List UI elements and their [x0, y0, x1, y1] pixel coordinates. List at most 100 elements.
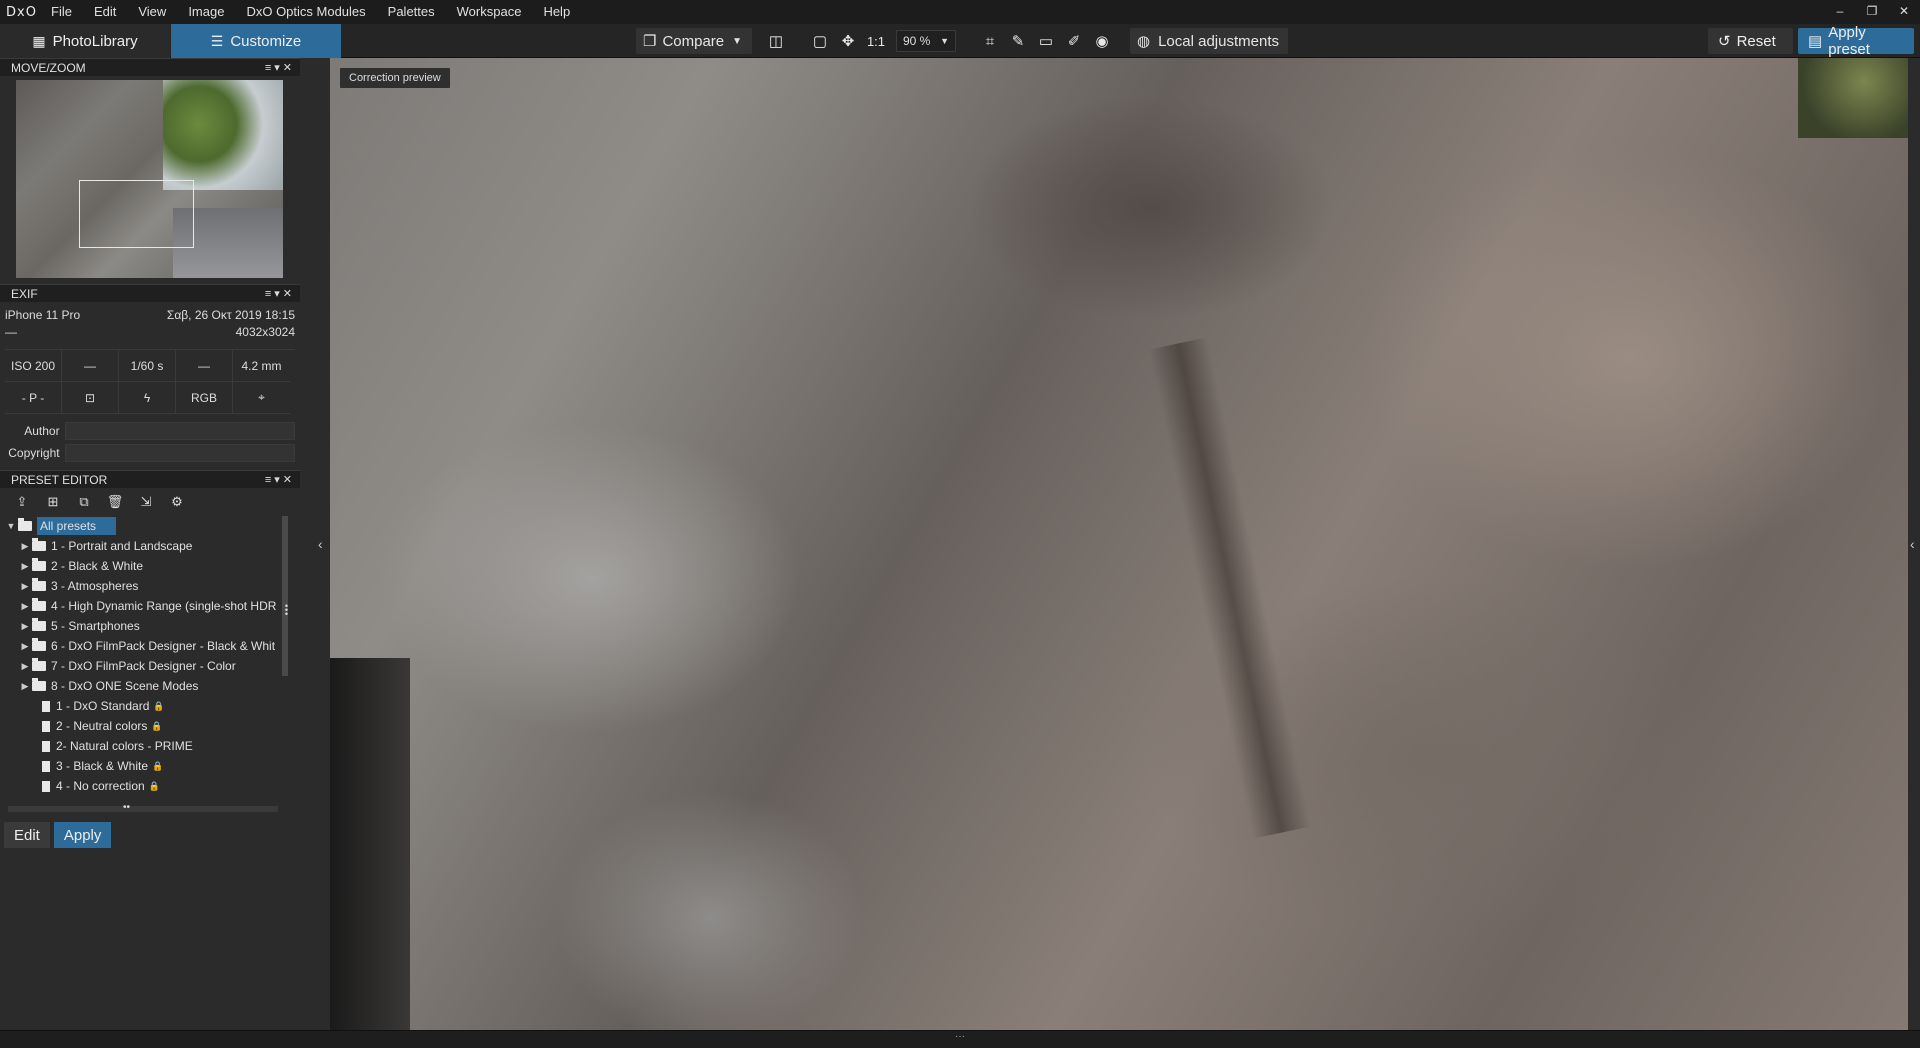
- menu-image[interactable]: Image: [177, 0, 235, 24]
- menu-help[interactable]: Help: [532, 0, 581, 24]
- window-controls: – ❐ ✕: [1824, 0, 1920, 24]
- exif-resolution: 4032x3024: [235, 325, 295, 339]
- app-logo: DxO: [6, 4, 37, 20]
- expand-arrow-icon[interactable]: ▶: [18, 561, 32, 572]
- tab-customize[interactable]: ☰ Customize: [171, 24, 341, 58]
- preset-file-icon: [42, 700, 50, 712]
- collapse-left-icon[interactable]: ‹: [318, 536, 323, 552]
- tab-photolibrary[interactable]: ▦ PhotoLibrary: [0, 24, 170, 58]
- local-adjustments-button[interactable]: ◍ Local adjustments: [1130, 28, 1288, 54]
- tree-files: 1 - DxO Standard 🔒 2 - Neutral colors 🔒 2- N…: [4, 696, 300, 796]
- menu-palettes[interactable]: Palettes: [377, 0, 446, 24]
- new-preset-from-image-icon[interactable]: ⊞: [39, 492, 67, 512]
- crop-icon[interactable]: ⌗: [976, 28, 1004, 54]
- expand-arrow-icon[interactable]: ▶: [18, 541, 32, 552]
- tab-photolibrary-label: PhotoLibrary: [52, 32, 138, 50]
- expand-arrow-icon[interactable]: ▶: [18, 641, 32, 652]
- preset-settings-icon[interactable]: ⚙: [163, 492, 191, 512]
- tree-preset-item[interactable]: 4 - No correction 🔒: [4, 776, 300, 796]
- metering-icon: ⊡: [62, 382, 119, 414]
- export-preset-icon[interactable]: ⇲: [132, 492, 160, 512]
- tree-folder-item[interactable]: ▶ 4 - High Dynamic Range (single-shot HDR: [4, 596, 300, 616]
- tree-scrollbar[interactable]: [282, 516, 288, 676]
- tree-folder-item[interactable]: ▶ 8 - DxO ONE Scene Modes: [4, 676, 300, 696]
- image-crack-shadow: [1148, 337, 1312, 839]
- eye-icon[interactable]: ◉: [1088, 28, 1116, 54]
- import-preset-icon[interactable]: ⇪: [8, 492, 36, 512]
- minimize-button[interactable]: –: [1824, 0, 1856, 24]
- expand-arrow-icon[interactable]: ▶: [18, 661, 32, 672]
- tree-preset-item[interactable]: 3 - Black & White 🔒: [4, 756, 300, 776]
- lock-icon: 🔒: [151, 720, 163, 731]
- tree-preset-item[interactable]: 1 - DxO Standard 🔒: [4, 696, 300, 716]
- tree-folder-item[interactable]: ▶ 6 - DxO FilmPack Designer - Black & Whi…: [4, 636, 300, 656]
- exif-focal: 4.2 mm: [233, 350, 290, 382]
- tree-root-all-presets[interactable]: ▼ All presets: [4, 516, 300, 536]
- restore-button[interactable]: ❐: [1856, 0, 1888, 24]
- preset-file-icon: [42, 760, 50, 772]
- palette-controls[interactable]: ≡▾✕: [265, 287, 295, 300]
- zoom-select[interactable]: 90 % ▼: [896, 30, 956, 52]
- image-viewport[interactable]: Correction preview: [330, 58, 1908, 1030]
- author-field[interactable]: [64, 422, 295, 440]
- exif-iso: ISO 200: [5, 350, 62, 382]
- palette-controls[interactable]: ≡▾✕: [265, 61, 295, 74]
- expand-arrow-icon[interactable]: ▶: [18, 621, 32, 632]
- navigator-thumbnail[interactable]: [16, 80, 283, 278]
- duplicate-preset-icon[interactable]: ⧉: [70, 492, 98, 512]
- apply-preset-button[interactable]: ▤ Apply preset: [1798, 24, 1914, 58]
- folder-icon: [32, 678, 46, 691]
- filmstrip-grip[interactable]: ···: [955, 1031, 965, 1042]
- preset-editor-header: PRESET EDITOR ≡▾✕: [0, 470, 300, 488]
- reset-label: Reset: [1736, 32, 1776, 50]
- copyright-field[interactable]: [64, 444, 295, 462]
- navigator-trees: [163, 80, 283, 190]
- expand-arrow-icon[interactable]: ▶: [18, 681, 32, 692]
- folder-icon: [32, 578, 46, 591]
- menu-view[interactable]: View: [127, 0, 177, 24]
- horizon-icon[interactable]: ▭: [1032, 28, 1060, 54]
- close-window-button[interactable]: ✕: [1888, 0, 1920, 24]
- apply-button[interactable]: Apply: [53, 822, 112, 848]
- ratio-button[interactable]: 1:1: [862, 28, 890, 54]
- tree-folder-item[interactable]: ▶ 7 - DxO FilmPack Designer - Color: [4, 656, 300, 676]
- menu-edit[interactable]: Edit: [83, 0, 127, 24]
- tree-folder-item[interactable]: ▶ 1 - Portrait and Landscape: [4, 536, 300, 556]
- compare-button[interactable]: ❐ Compare ▼: [636, 28, 752, 54]
- exif-mode: - P -: [5, 382, 62, 414]
- fit-icon[interactable]: ▢: [806, 28, 834, 54]
- tree-folder-item[interactable]: ▶ 2 - Black & White: [4, 556, 300, 576]
- folder-icon: [32, 658, 46, 671]
- scroll-handle[interactable]: ••: [123, 802, 130, 813]
- tree-folder-item[interactable]: ▶ 5 - Smartphones: [4, 616, 300, 636]
- preset-toolbar: ⇪ ⊞ ⧉ 🗑 ⇲ ⚙: [0, 488, 300, 516]
- exif-grid: ISO 200 — 1/60 s — 4.2 mm - P - ⊡ ϟ RGB …: [5, 349, 295, 414]
- repair-icon[interactable]: ✐: [1060, 28, 1088, 54]
- expand-arrow-icon[interactable]: ▶: [18, 601, 32, 612]
- palette-controls[interactable]: ≡▾✕: [265, 473, 295, 486]
- reset-button[interactable]: ↺ Reset: [1708, 28, 1793, 54]
- tree-folder-item[interactable]: ▶ 3 - Atmospheres: [4, 576, 300, 596]
- delete-preset-icon[interactable]: 🗑: [101, 492, 129, 512]
- reset-icon: ↺: [1718, 33, 1731, 50]
- tree-preset-item[interactable]: 2 - Neutral colors 🔒: [4, 716, 300, 736]
- expand-arrow-icon[interactable]: ▶: [18, 581, 32, 592]
- menu-dxo-optics-modules[interactable]: DxO Optics Modules: [235, 0, 376, 24]
- expand-arrow-icon[interactable]: ▼: [4, 521, 18, 531]
- horizontal-scrollbar[interactable]: ••: [8, 802, 278, 813]
- tree-folder-label: 4 - High Dynamic Range (single-shot HDR: [51, 599, 277, 613]
- menu-file[interactable]: File: [40, 0, 83, 24]
- edit-button[interactable]: Edit: [4, 822, 50, 848]
- chevron-down-icon[interactable]: ▼: [732, 36, 742, 47]
- collapse-right-icon[interactable]: ‹: [1910, 536, 1915, 552]
- eyedropper-icon[interactable]: ✎: [1004, 28, 1032, 54]
- navigator-view-box[interactable]: [79, 180, 194, 248]
- tree-preset-item[interactable]: 2- Natural colors - PRIME: [4, 736, 300, 756]
- split-view-icon[interactable]: ◫: [762, 28, 790, 54]
- tree-preset-label: 2- Natural colors - PRIME: [56, 739, 193, 753]
- move-icon[interactable]: ✥: [834, 28, 862, 54]
- preset-file-icon: [42, 780, 50, 792]
- menu-workspace[interactable]: Workspace: [446, 0, 533, 24]
- author-label: Author: [24, 424, 60, 438]
- tool-icons: ⌗ ✎ ▭ ✐ ◉: [976, 28, 1116, 54]
